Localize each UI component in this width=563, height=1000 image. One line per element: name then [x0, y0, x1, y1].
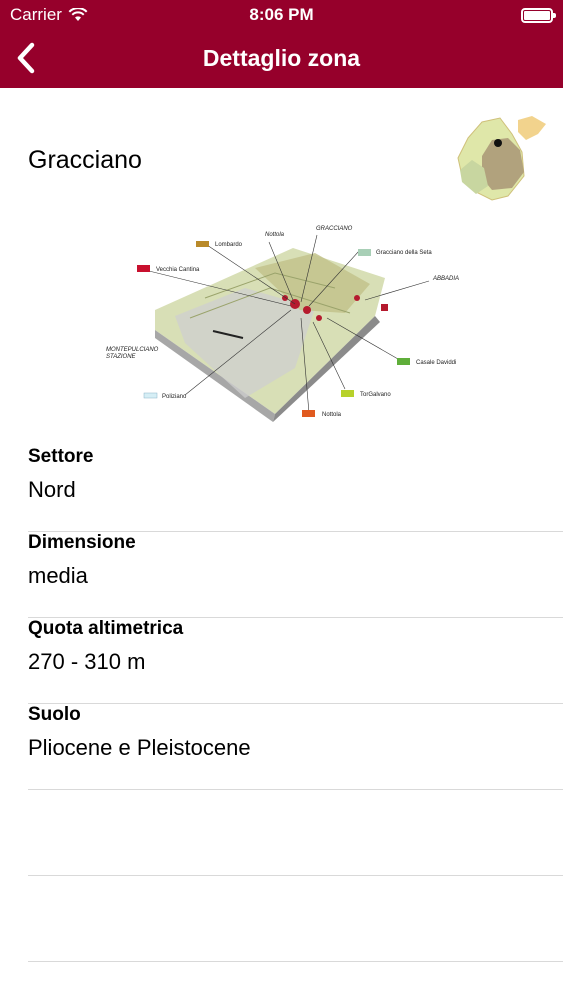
- status-time: 8:06 PM: [249, 5, 314, 24]
- map-label-stazione: STAZIONE: [106, 354, 137, 360]
- map-label-torgalvano: TorGalvano: [360, 392, 391, 398]
- zone-3d-map: Lombardo Nottola GRACCIANO Gracciano del…: [106, 226, 459, 422]
- field-value: media: [28, 563, 88, 588]
- legend-swatch-poliziano: [143, 392, 158, 399]
- zone-title: Gracciano: [28, 146, 142, 174]
- navigation-bar: Dettaglio zona: [0, 30, 563, 88]
- field-label: Dimensione: [28, 532, 136, 553]
- locator-minimap: [457, 116, 546, 201]
- map-label-montepulciano: MONTEPULCIANO: [106, 347, 159, 353]
- map-label-abbadia: ABBADIA: [432, 276, 459, 282]
- separator: [28, 875, 563, 876]
- legend-swatch-lombardo: [196, 241, 209, 247]
- map-label-vecchia-cantina: Vecchia Cantina: [156, 267, 200, 273]
- field-label: Settore: [28, 446, 94, 467]
- map-label-nottola-top: Nottola: [265, 232, 285, 238]
- field-value: 270 - 310 m: [28, 649, 146, 674]
- legend-swatch-vecchia-cantina: [137, 265, 150, 272]
- status-bar: Carrier 8:06 PM: [0, 0, 563, 30]
- field-value: Nord: [28, 477, 76, 502]
- legend-swatch-casale-daviddi: [397, 358, 410, 365]
- battery-icon: [521, 8, 556, 23]
- page-title: Dettaglio zona: [202, 45, 361, 71]
- map-label-gracciano-sella: Gracciano della Seta: [376, 250, 432, 256]
- legend-swatch-torgalvano: [341, 390, 354, 397]
- legend-swatch-gracciano-sella: [358, 249, 371, 256]
- separator: [28, 961, 563, 962]
- field-value: Pliocene e Pleistocene: [28, 735, 251, 760]
- app-header: Carrier 8:06 PM Dettaglio zona: [0, 0, 563, 88]
- separator: [28, 703, 563, 704]
- field-label: Suolo: [28, 704, 81, 725]
- map-label-poliziano: Poliziano: [162, 394, 187, 400]
- field-label: Quota altimetrica: [28, 618, 184, 639]
- map-label-gracciano: GRACCIANO: [316, 226, 353, 232]
- map-label-nottola-bottom: Nottola: [322, 412, 342, 418]
- map-label-lombardo: Lombardo: [215, 242, 243, 248]
- separator: [28, 789, 563, 790]
- map-label-casale-daviddi: Casale Daviddi: [416, 360, 456, 366]
- legend-swatch-nottola: [302, 410, 315, 417]
